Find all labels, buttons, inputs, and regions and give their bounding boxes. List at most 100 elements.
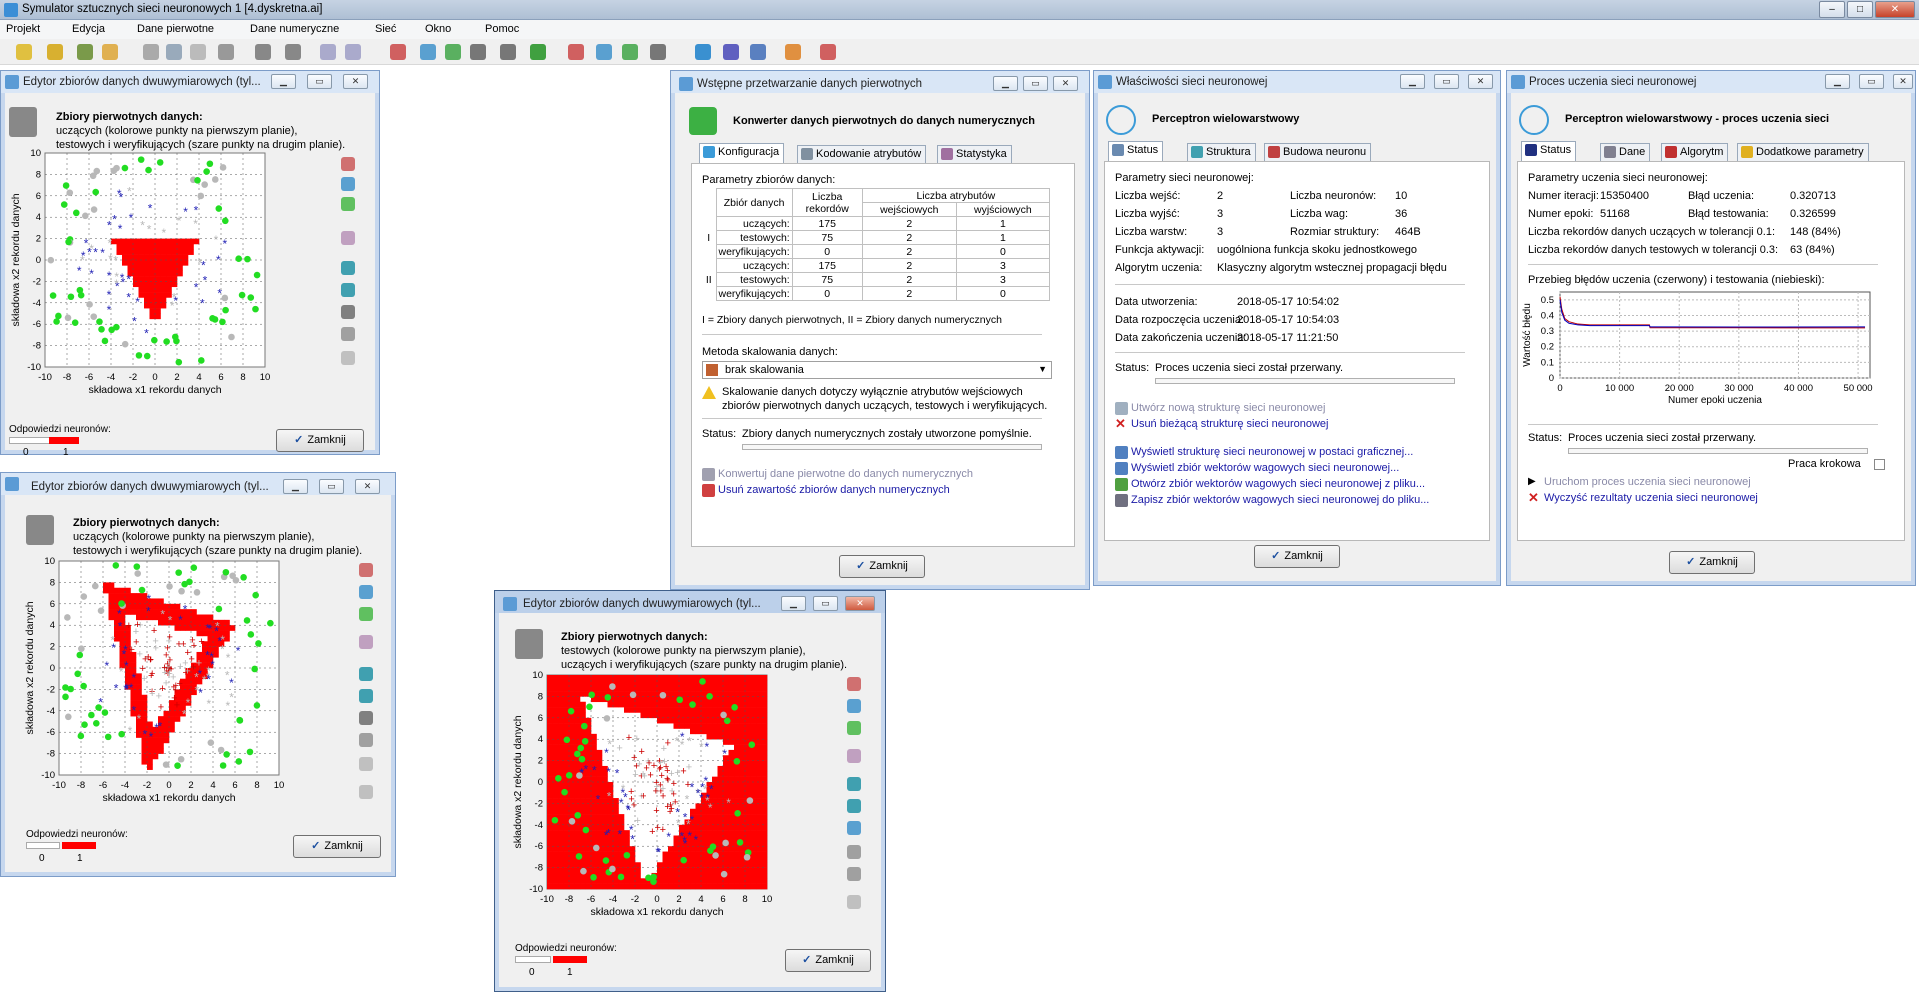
tool-point-green-icon[interactable] [341,197,355,211]
tool-erase-icon[interactable] [359,711,373,725]
tool-b-icon[interactable] [285,44,301,60]
preproc-minimize[interactable]: ▁ [993,76,1018,91]
menu-projekt[interactable]: Projekt [6,23,40,35]
menu-pomoc[interactable]: Pomoc [485,23,519,35]
run-training-link[interactable]: Uruchom proces uczenia sieci neuronowej [1544,476,1751,488]
tool-pointer-icon[interactable] [847,867,861,881]
data-plot-3[interactable]: *++*++++** *+****+++++++**+++*+ +++*++** ++… [511,671,841,943]
tool-grid-icon[interactable] [359,635,373,649]
training-close[interactable]: ✕ [1893,74,1913,89]
editor-2-maximize[interactable]: ▭ [319,479,344,494]
props-close[interactable]: ✕ [1468,74,1493,89]
props-minimize[interactable]: ▁ [1400,74,1425,89]
paste-icon[interactable] [190,44,206,60]
tab-status[interactable]: Status [1108,141,1164,161]
tool-select-icon[interactable] [359,667,373,681]
minimize-button[interactable]: – [1819,1,1845,18]
numeric-icon-2[interactable] [568,44,584,60]
tool-d-icon[interactable] [345,44,361,60]
tool-point-green-icon[interactable] [847,721,861,735]
close-app-button[interactable]: ✕ [1875,1,1915,18]
tool-zoom-icon[interactable] [359,733,373,747]
help-icon[interactable] [785,44,801,60]
create-link[interactable]: Utwórz nową strukturę sieci neuronowej [1131,402,1325,414]
show-structure-link[interactable]: Wyświetl strukturę sieci neuronowej w po… [1131,446,1413,458]
data-plot-2[interactable]: *++++++*++*+**+**++***+++++***+******+*+… [23,557,353,829]
network-icon[interactable] [695,44,711,60]
tool-draw-icon[interactable] [359,785,373,799]
tab-algorytm[interactable]: Algorytm [1661,143,1729,161]
menu-okno[interactable]: Okno [425,23,451,35]
tab-kodowanie[interactable]: Kodowanie atrybutów [797,145,927,163]
tab-status[interactable]: Status [1521,141,1577,161]
show-weights-link[interactable]: Wyświetl zbiór wektorów wagowych sieci n… [1131,462,1399,474]
data-icon-1[interactable] [390,44,406,60]
tool-point-green-icon[interactable] [359,607,373,621]
tab-dodatkowe[interactable]: Dodatkowe parametry [1737,143,1869,161]
data-icon-2[interactable] [420,44,436,60]
delete-link[interactable]: Usuń bieżącą strukturę sieci neuronowej [1131,418,1329,430]
maximize-button[interactable]: □ [1847,1,1873,18]
save-icon[interactable] [77,44,93,60]
tool-move-icon[interactable] [359,689,373,703]
tab-struktura[interactable]: Struktura [1187,143,1256,161]
tool-pointer-icon[interactable] [359,757,373,771]
close-button[interactable]: ✓ Zamknij [276,429,364,452]
close-button[interactable]: ✓ Zamknij [1254,545,1340,568]
numeric-icon-5[interactable] [650,44,666,60]
tool-point-red-icon[interactable] [359,563,373,577]
training-maximize[interactable]: ▭ [1859,74,1884,89]
editor-3-maximize[interactable]: ▭ [813,596,838,611]
tool-draw-icon[interactable] [847,895,861,909]
close-button[interactable]: ✓ Zamknij [839,555,925,578]
numeric-icon-4[interactable] [622,44,638,60]
close-button[interactable]: ✓ Zamknij [293,835,381,858]
preproc-close[interactable]: ✕ [1053,76,1078,91]
data-icon-3[interactable] [445,44,461,60]
tool-pointer-icon[interactable] [341,351,355,365]
data-plot-1[interactable]: * ************************ ** ***** ********… [9,149,339,421]
menu-dane-numeryczne[interactable]: Dane numeryczne [250,23,339,35]
tab-dane[interactable]: Dane [1600,143,1651,161]
tool-zoom-icon[interactable] [847,845,861,859]
scaling-select[interactable]: brak skalowania ▼ [702,361,1052,379]
convert-link[interactable]: Konwertuj dane pierwotne do danych numer… [718,468,973,480]
save-weights-link[interactable]: Zapisz zbiór wektorów wagowych sieci neu… [1131,494,1429,506]
data-icon-5[interactable] [500,44,516,60]
editor-1-minimize[interactable]: ▁ [271,74,296,89]
tool-erase-icon[interactable] [341,305,355,319]
tool-grid-icon[interactable] [847,749,861,763]
train-icon[interactable] [723,44,739,60]
tab-statystyka[interactable]: Statystyka [937,145,1012,163]
tool-grid-icon[interactable] [341,231,355,245]
tool-point-blue-icon[interactable] [341,177,355,191]
editor-1-close[interactable]: ✕ [343,74,368,89]
menu-siec[interactable]: Sieć [375,23,396,35]
editor-1-maximize[interactable]: ▭ [307,74,332,89]
open-icon[interactable] [47,44,63,60]
save-as-icon[interactable] [102,44,118,60]
tool-zoom-icon[interactable] [341,327,355,341]
editor-3-close[interactable]: ✕ [845,596,875,611]
numeric-icon-3[interactable] [596,44,612,60]
numeric-icon-1[interactable] [530,44,546,60]
preproc-maximize[interactable]: ▭ [1023,76,1048,91]
tool-c-icon[interactable] [320,44,336,60]
tool-erase-icon[interactable] [847,821,861,835]
editor-2-close[interactable]: ✕ [355,479,380,494]
about-icon[interactable] [820,44,836,60]
tool-a-icon[interactable] [255,44,271,60]
tool-select-icon[interactable] [847,777,861,791]
settings-icon[interactable] [750,44,766,60]
tool-move-icon[interactable] [847,799,861,813]
props-maximize[interactable]: ▭ [1434,74,1459,89]
data-icon-4[interactable] [470,44,486,60]
menu-dane-pierwotne[interactable]: Dane pierwotne [137,23,214,35]
cut-icon[interactable] [143,44,159,60]
editor-2-minimize[interactable]: ▁ [283,479,308,494]
open-weights-link[interactable]: Otwórz zbiór wektorów wagowych sieci neu… [1131,478,1425,490]
step-mode-checkbox[interactable] [1874,459,1885,470]
editor-3-minimize[interactable]: ▁ [781,596,806,611]
close-button[interactable]: ✓ Zamknij [1669,551,1755,574]
menu-edycja[interactable]: Edycja [72,23,105,35]
